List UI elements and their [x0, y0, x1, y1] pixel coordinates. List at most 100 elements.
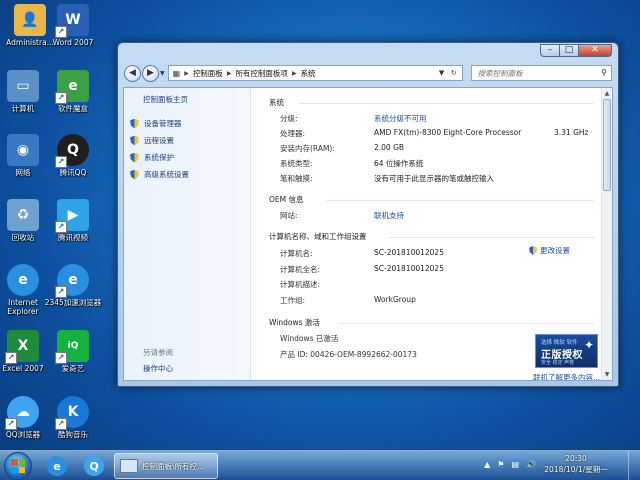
desktop-icon-2345-browser[interactable]: e 2345加速浏览器 — [44, 264, 102, 308]
pen-touch-value: 没有可用于此显示器的笔或触控输入 — [374, 174, 494, 183]
window-controls: – □ ✕ — [540, 44, 612, 57]
product-id: 产品 ID: 00426-OEM-8992662-00173 — [280, 350, 417, 359]
genuine-badge[interactable]: 选择 微软 软件 正版授权 安全 稳定 声誉 ✦ — [535, 334, 598, 368]
rating-label: 分级: — [280, 114, 298, 123]
section-divider — [389, 237, 594, 238]
rating-value-link[interactable]: 系统分级不可用 — [374, 113, 427, 124]
chevron-right-icon[interactable]: ▶ — [292, 70, 297, 77]
task-link-advanced-settings[interactable]: 高级系统设置 — [130, 169, 250, 180]
address-dropdown-icon[interactable]: ▼ — [436, 67, 448, 79]
desktop-icon-label: 腾讯QQ — [59, 169, 87, 177]
task-link-label: 高级系统设置 — [144, 170, 189, 179]
system-type-value: 64 位操作系统 — [374, 159, 424, 168]
desktop-icon-label: 2345加速浏览器 — [44, 299, 102, 307]
breadcrumb-system[interactable]: 系统 — [301, 68, 316, 79]
ie-taskbar-icon: e — [47, 456, 67, 476]
history-dropdown-icon[interactable]: ▼ — [160, 70, 165, 77]
workgroup-value: WorkGroup — [374, 295, 416, 304]
change-settings-link[interactable]: 更改设置 — [529, 245, 570, 256]
breadcrumb-all-items[interactable]: 所有控制面板项 — [235, 68, 288, 79]
section-title-system: 系统 — [269, 98, 284, 107]
vertical-scrollbar[interactable]: ▲ ▼ — [601, 88, 612, 380]
genuine-badge-top: 选择 微软 软件 — [541, 340, 578, 346]
shield-icon — [130, 135, 139, 146]
desktop-icon-software-box[interactable]: e 软件魔盒 — [44, 70, 102, 114]
desktop-icon-kugou[interactable]: K 酷狗音乐 — [44, 396, 102, 440]
window-content: 控制面板主页 设备管理器 远程设置 系统保护 高级系统设置 另请参阅 操作中心 — [123, 87, 613, 381]
taskbar-pin-ie[interactable]: e — [40, 453, 74, 479]
qq-browser-taskbar-icon: Q — [84, 456, 104, 476]
shield-icon — [130, 118, 139, 129]
desktop-icon-label: 爱奇艺 — [61, 365, 85, 373]
chevron-up-icon[interactable]: ▲ — [484, 460, 490, 469]
clock[interactable]: 20:30 2018/10/1/星期一 — [538, 453, 614, 475]
section-title-computer-name: 计算机名称、域和工作组设置 — [269, 232, 367, 241]
flag-icon[interactable]: ⚑ — [497, 460, 504, 469]
genuine-badge-bottom: 安全 稳定 声誉 — [541, 360, 575, 366]
section-divider — [326, 200, 594, 201]
forward-button[interactable]: ▶ — [142, 64, 159, 82]
task-link-label: 设备管理器 — [144, 119, 182, 128]
iqiyi-icon: iQ — [55, 330, 89, 364]
system-tray: ▲ ⚑ ▤ 🔊 — [477, 460, 536, 469]
online-support-link[interactable]: 联机支持 — [374, 210, 404, 221]
task-link-system-protection[interactable]: 系统保护 — [130, 152, 250, 163]
workgroup-label: 工作组: — [280, 296, 306, 305]
scrollbar-thumb[interactable] — [603, 99, 611, 191]
search-box[interactable]: ⚲ — [470, 65, 612, 81]
excel-icon: X — [5, 330, 39, 364]
user-folder-icon: 👤 — [14, 4, 46, 36]
close-button[interactable]: ✕ — [578, 44, 612, 57]
learn-more-online-link[interactable]: 联机了解更多内容... — [533, 372, 600, 380]
ram-value: 2.00 GB — [374, 143, 405, 152]
desktop-icon-iqiyi[interactable]: iQ 爱奇艺 — [44, 330, 102, 374]
task-link-device-manager[interactable]: 设备管理器 — [130, 118, 250, 129]
minimize-button[interactable]: – — [540, 44, 560, 57]
control-panel-home-link[interactable]: 控制面板主页 — [143, 94, 250, 105]
section-divider — [299, 103, 594, 104]
start-button[interactable] — [4, 452, 32, 480]
network-icon: ◉ — [7, 134, 39, 166]
tencent-video-icon: ▶ — [55, 199, 89, 233]
maximize-button[interactable]: □ — [559, 44, 579, 57]
pen-touch-label: 笔和触摸: — [280, 174, 313, 183]
search-icon[interactable]: ⚲ — [601, 68, 607, 77]
desktop-icon-tencent-video[interactable]: ▶ 腾讯视频 — [44, 199, 102, 243]
taskbar-task-control-panel[interactable]: 控制面板\所有控... — [114, 453, 218, 479]
processor-label: 处理器: — [280, 129, 306, 138]
breadcrumb-control-panel[interactable]: 控制面板 — [193, 68, 223, 79]
taskbar: e Q 控制面板\所有控... ▲ ⚑ ▤ 🔊 20:30 2018/10/1/… — [0, 450, 640, 480]
network-tray-icon[interactable]: ▤ — [511, 460, 519, 469]
desktop-icon-label: Word 2007 — [52, 39, 94, 47]
task-link-remote-settings[interactable]: 远程设置 — [130, 135, 250, 146]
taskbar-pin-qq-browser[interactable]: Q — [77, 453, 111, 479]
address-bar[interactable]: ▦ ▶ 控制面板 ▶ 所有控制面板项 ▶ 系统 ▼ ↻ — [167, 65, 463, 81]
chevron-right-icon[interactable]: ▶ — [227, 70, 232, 77]
shield-icon — [130, 152, 139, 163]
computer-name-value: SC-201810012025 — [374, 248, 444, 257]
browser-2345-icon: e — [55, 264, 89, 298]
windows-start-icon — [11, 459, 25, 473]
shield-icon — [130, 169, 139, 180]
volume-icon[interactable]: 🔊 — [526, 460, 536, 469]
task-link-label: 系统保护 — [144, 153, 174, 162]
recycle-bin-icon: ♻ — [7, 199, 39, 231]
desktop-icon-word[interactable]: W Word 2007 — [44, 4, 102, 48]
refresh-icon[interactable]: ↻ — [448, 67, 460, 79]
scroll-up-icon[interactable]: ▲ — [602, 88, 612, 99]
activation-status: Windows 已激活 — [280, 334, 339, 343]
clock-time: 20:30 — [565, 454, 587, 463]
chevron-right-icon[interactable]: ▶ — [184, 70, 189, 77]
action-center-link[interactable]: 操作中心 — [143, 363, 173, 374]
section-title-oem: OEM 信息 — [269, 195, 304, 204]
change-settings-label: 更改设置 — [540, 246, 570, 255]
show-desktop-button[interactable] — [628, 451, 640, 480]
search-input[interactable] — [477, 68, 598, 78]
system-window: – □ ✕ ◀ ▶ ▼ ▦ ▶ 控制面板 ▶ 所有控制面板项 ▶ 系统 ▼ ↻ … — [117, 42, 619, 387]
back-button[interactable]: ◀ — [124, 64, 141, 82]
task-link-label: 远程设置 — [144, 136, 174, 145]
scroll-down-icon[interactable]: ▼ — [602, 369, 612, 380]
qq-icon: Q — [55, 134, 89, 168]
desktop-icon-qq[interactable]: Q 腾讯QQ — [44, 134, 102, 178]
website-label: 网站: — [280, 211, 298, 220]
